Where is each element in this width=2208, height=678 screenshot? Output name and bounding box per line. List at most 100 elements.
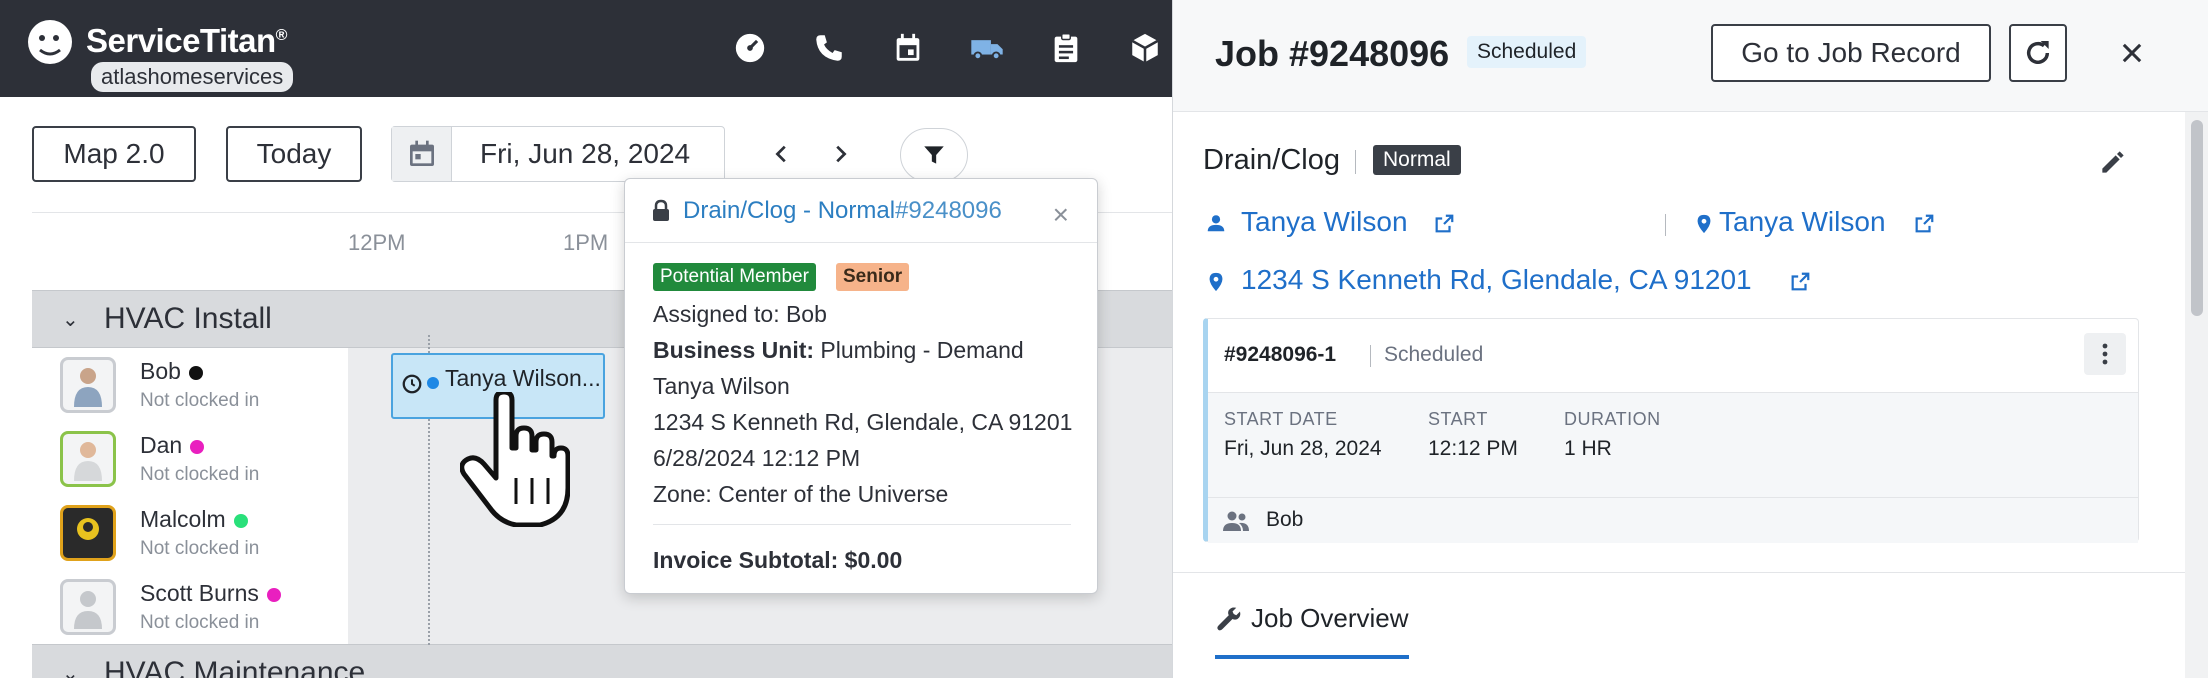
tech-info: Dan Not clocked in [32,422,348,496]
next-day-button[interactable] [822,136,858,172]
truck-icon[interactable] [947,24,1026,72]
external-link-icon[interactable] [1789,271,1811,293]
status-dot [266,587,281,602]
invoice-subtotal: Invoice Subtotal: $0.00 [653,547,903,573]
calendar-icon[interactable] [868,24,947,72]
filter-button[interactable] [900,128,968,182]
people-icon [1223,511,1249,531]
chevron-down-icon[interactable]: ⌄ [62,661,79,678]
clock-icon [402,374,422,394]
assigned-to: Assigned to: Bob [653,301,827,327]
dashboard-icon[interactable] [710,24,789,72]
tech-info: Malcolm Not clocked in [32,496,348,570]
avatar[interactable] [60,431,116,487]
job-address: 1234 S Kenneth Rd, Glendale, CA 91201 [653,409,1073,435]
tech-status: Not clocked in [140,390,260,411]
status-dot [427,377,439,389]
location-link[interactable]: Tanya Wilson [1719,206,1886,238]
appointment-header: #9248096-1 Scheduled [1208,319,2138,393]
dispatch-board: ServiceTitan® atlashomeservices Map 2.0 … [0,0,2208,678]
close-icon [2122,43,2142,63]
tech-name: Scott Burns [140,580,281,607]
tech-info: Bob Not clocked in [32,348,348,422]
card-title-link[interactable]: Drain/Clog - Normal#9248096 [683,197,1002,225]
person-icon [1207,215,1225,232]
avatar[interactable] [60,579,116,635]
more-options-button[interactable] [2084,333,2126,375]
location-pin-icon [1209,272,1223,292]
scrollbar-thumb[interactable] [2191,120,2203,316]
tab-job-overview[interactable]: Job Overview [1215,603,1409,634]
go-to-job-record-button[interactable]: Go to Job Record [1711,24,1991,82]
close-icon[interactable]: × [1053,199,1069,231]
avatar[interactable] [60,505,116,561]
tab-label: Job Overview [1251,603,1409,633]
start-value: 12:12 PM [1428,437,1518,460]
external-link-icon[interactable] [1913,213,1935,235]
tech-name: Malcolm [140,506,248,533]
tech-status: Not clocked in [140,612,260,633]
nav-icon-bar [710,24,1184,72]
date-picker[interactable]: Fri, Jun 28, 2024 [391,126,725,182]
external-link-icon[interactable] [1433,213,1455,235]
chevron-down-icon[interactable]: ⌄ [62,307,79,332]
status-badge: Scheduled [1467,36,1587,68]
location-pin-icon [1697,214,1711,234]
status-dot [188,365,203,380]
chevron-left-icon [775,145,786,163]
appointment-details: START DATE Fri, Jun 28, 2024 START 12:12… [1208,393,2138,543]
hand-cursor-icon [460,392,570,527]
tech-name: Bob [140,358,203,385]
refresh-button[interactable] [2009,24,2067,82]
tech-info: Scott Burns Not clocked in [32,570,348,644]
tech-name: Dan [140,432,205,459]
status-dot [233,513,248,528]
today-button[interactable]: Today [226,126,362,182]
job-detail-panel: Job #9248096 Scheduled Go to Job Record … [1172,0,2208,678]
job-datetime: 6/28/2024 12:12 PM [653,445,861,471]
time-label-1pm: 1PM [563,230,609,255]
phone-icon[interactable] [789,24,868,72]
brand-name: ServiceTitan® [86,22,287,59]
start-date-value: Fri, Jun 28, 2024 [1224,437,1382,460]
job-hover-card: Drain/Clog - Normal#9248096 × Potential … [624,178,1098,594]
address-link[interactable]: 1234 S Kenneth Rd, Glendale, CA 91201 [1241,264,1752,296]
job-zone: Zone: Center of the Universe [653,481,949,507]
group-name: HVAC Maintenance [104,656,366,678]
divider [653,524,1071,525]
business-unit: Business Unit: Plumbing - Demand [653,337,1024,363]
close-panel-button[interactable] [2109,30,2155,76]
divider [1355,150,1356,174]
tech-status: Not clocked in [140,538,260,559]
tech-status: Not clocked in [140,464,260,485]
start-date-label: START DATE [1224,409,1338,429]
appointment-status: Scheduled [1384,343,1484,366]
edit-icon[interactable] [2097,146,2129,178]
brand-logo[interactable]: ServiceTitan® atlashomeservices [20,14,295,94]
appointment-id: #9248096-1 [1224,343,1337,366]
clipboard-icon[interactable] [1026,24,1105,72]
filter-icon [924,146,944,164]
group-hvac-maintenance[interactable]: ⌄ HVAC Maintenance [32,644,1172,678]
crew-member: Bob [1266,508,1304,531]
customer-link[interactable]: Tanya Wilson [1241,206,1408,238]
selected-date: Fri, Jun 28, 2024 [480,138,691,169]
start-label: START [1428,409,1488,429]
panel-header: Job #9248096 Scheduled Go to Job Record [1173,0,2208,112]
duration-value: 1 HR [1564,437,1612,460]
job-block-label: Tanya Wilson... [445,365,601,391]
tenant-name: atlashomeservices [91,62,294,92]
lock-icon [653,199,669,221]
crew-row: Bob [1208,497,2138,543]
potential-member-badge: Potential Member [653,263,816,291]
job-title: Job #9248096 [1215,33,1450,74]
status-dot [190,439,205,454]
prev-day-button[interactable] [764,136,800,172]
divider [1665,214,1666,236]
map-button[interactable]: Map 2.0 [32,126,196,182]
panel-tabs: Job Overview [1173,572,2208,678]
avatar[interactable] [60,357,116,413]
job-type: Drain/Clog [1203,144,1340,176]
appointment-card: #9248096-1 Scheduled START DATE Fri, Jun… [1203,318,2139,543]
customer-name: Tanya Wilson [653,373,790,399]
